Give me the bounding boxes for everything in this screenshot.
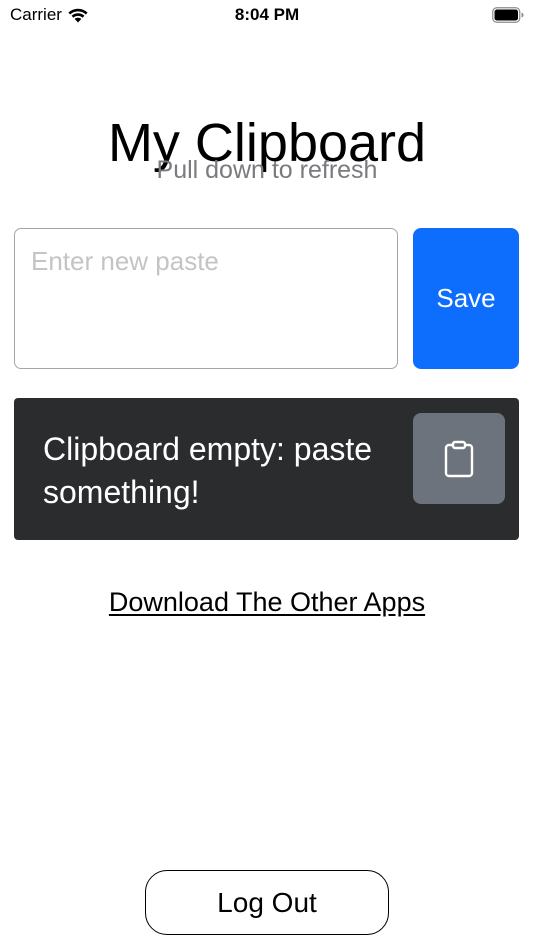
download-other-apps-link[interactable]: Download The Other Apps [0, 585, 534, 619]
refresh-hint: Pull down to refresh [156, 156, 378, 184]
new-paste-input[interactable] [14, 228, 398, 369]
clipboard-card: Clipboard empty: paste something! [14, 398, 519, 540]
logout-button[interactable]: Log Out [145, 870, 389, 935]
copy-clipboard-button[interactable] [413, 413, 505, 504]
save-button[interactable]: Save [413, 228, 519, 369]
clipboard-content: Clipboard empty: paste something! [43, 431, 373, 510]
battery-full-icon [492, 7, 524, 23]
status-time: 8:04 PM [234, 5, 300, 24]
status-bar: Carrier 8:04 PM [0, 0, 534, 30]
clipboard-icon [444, 440, 474, 477]
